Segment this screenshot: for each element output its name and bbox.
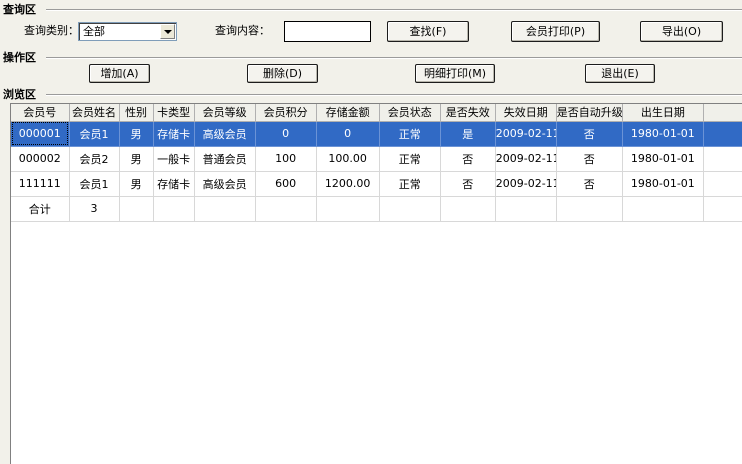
col-header-status[interactable]: 会员状态 (379, 104, 441, 122)
summary-cell (440, 196, 496, 222)
cell-auto-upgrade: 否 (556, 146, 623, 172)
cell-member-id: 000001 (11, 121, 70, 147)
cell-gender: 男 (119, 121, 154, 147)
table-row[interactable]: 111111 会员1 男 存储卡 高级会员 600 1200.00 正常 否 2… (11, 171, 742, 197)
query-section-divider (46, 9, 742, 11)
content-label: 查询内容： (215, 24, 270, 37)
chevron-down-icon[interactable] (160, 24, 175, 39)
cell-gender: 男 (119, 146, 154, 172)
cell-auto-upgrade: 否 (556, 121, 623, 147)
category-select-value: 全部 (83, 25, 105, 38)
cell-auto-upgrade: 否 (556, 171, 623, 197)
cell-member-level: 普通会员 (194, 146, 256, 172)
cell-stored-amount: 100.00 (316, 146, 380, 172)
col-header-card-type[interactable]: 卡类型 (153, 104, 195, 122)
cell-birth-date: 1980-01-01 (622, 171, 704, 197)
content-input[interactable] (284, 21, 371, 42)
cell-member-level: 高级会员 (194, 171, 256, 197)
summary-cell (379, 196, 441, 222)
summary-cell (119, 196, 154, 222)
add-button[interactable]: 增加(A) (89, 64, 150, 83)
col-header-member-id[interactable]: 会员号 (11, 104, 70, 122)
detail-print-button[interactable]: 明细打印(M) (415, 64, 495, 83)
cell-card-type: 存储卡 (153, 121, 195, 147)
cell-status: 正常 (379, 171, 441, 197)
col-header-points[interactable]: 会员积分 (255, 104, 317, 122)
member-grid[interactable]: 会员号 会员姓名 性别 卡类型 会员等级 会员积分 存储金额 会员状态 是否失效… (10, 103, 742, 464)
browse-section-title: 浏览区 (3, 88, 36, 101)
cell-card-type: 存储卡 (153, 171, 195, 197)
exit-button[interactable]: 退出(E) (585, 64, 655, 83)
cell-extra: 自 (703, 146, 742, 172)
cell-status: 正常 (379, 146, 441, 172)
cell-birth-date: 1980-01-01 (622, 121, 704, 147)
query-section-title: 查询区 (3, 3, 36, 16)
summary-row[interactable]: 合计 3 (11, 196, 742, 222)
cell-member-name: 会员2 (69, 146, 120, 172)
export-button[interactable]: 导出(O) (640, 21, 723, 42)
browse-section-divider (46, 94, 742, 96)
member-table: 会员号 会员姓名 性别 卡类型 会员等级 会员积分 存储金额 会员状态 是否失效… (11, 104, 742, 222)
cell-expired: 否 (440, 171, 496, 197)
cell-member-name: 会员1 (69, 171, 120, 197)
cell-points: 100 (255, 146, 317, 172)
cell-birth-date: 1980-01-01 (622, 146, 704, 172)
cell-extra: 自 (703, 171, 742, 197)
cell-expired: 否 (440, 146, 496, 172)
summary-cell (255, 196, 317, 222)
col-header-auto-upgrade[interactable]: 是否自动升级 (556, 104, 623, 122)
summary-cell (703, 196, 742, 222)
cell-expiry-date: 2009-02-11 (495, 146, 557, 172)
col-header-member-level[interactable]: 会员等级 (194, 104, 256, 122)
member-print-button[interactable]: 会员打印(P) (511, 21, 600, 42)
summary-cell (316, 196, 380, 222)
cell-member-level: 高级会员 (194, 121, 256, 147)
summary-cell (495, 196, 557, 222)
col-header-expired[interactable]: 是否失效 (440, 104, 496, 122)
col-header-stored-amount[interactable]: 存储金额 (316, 104, 380, 122)
cell-member-id: 000002 (11, 146, 70, 172)
delete-button[interactable]: 删除(D) (247, 64, 318, 83)
cell-status: 正常 (379, 121, 441, 147)
cell-expiry-date: 2009-02-11 (495, 171, 557, 197)
cell-card-type: 一般卡 (153, 146, 195, 172)
summary-label: 合计 (11, 196, 70, 222)
col-header-birth-date[interactable]: 出生日期 (622, 104, 704, 122)
operation-section-title: 操作区 (3, 51, 36, 64)
cell-stored-amount: 0 (316, 121, 380, 147)
search-button[interactable]: 查找(F) (387, 21, 469, 42)
category-label: 查询类别： (24, 24, 79, 37)
summary-cell (622, 196, 704, 222)
cell-expired: 是 (440, 121, 496, 147)
col-header-gender[interactable]: 性别 (119, 104, 154, 122)
table-row[interactable]: 000001 会员1 男 存储卡 高级会员 0 0 正常 是 2009-02-1… (11, 121, 742, 147)
operation-section-divider (46, 57, 742, 59)
cell-member-id: 111111 (11, 171, 70, 197)
summary-cell (556, 196, 623, 222)
cell-stored-amount: 1200.00 (316, 171, 380, 197)
summary-cell (194, 196, 256, 222)
table-row[interactable]: 000002 会员2 男 一般卡 普通会员 100 100.00 正常 否 20… (11, 146, 742, 172)
summary-count: 3 (69, 196, 120, 222)
cell-member-name: 会员1 (69, 121, 120, 147)
col-header-member-name[interactable]: 会员姓名 (69, 104, 120, 122)
category-select[interactable]: 全部 (78, 22, 177, 41)
col-header-extra[interactable] (703, 104, 742, 122)
cell-points: 600 (255, 171, 317, 197)
cell-expiry-date: 2009-02-11 (495, 121, 557, 147)
cell-gender: 男 (119, 171, 154, 197)
cell-points: 0 (255, 121, 317, 147)
cell-extra: 自 (703, 121, 742, 147)
table-header-row: 会员号 会员姓名 性别 卡类型 会员等级 会员积分 存储金额 会员状态 是否失效… (11, 104, 742, 122)
summary-cell (153, 196, 195, 222)
col-header-expiry-date[interactable]: 失效日期 (495, 104, 557, 122)
